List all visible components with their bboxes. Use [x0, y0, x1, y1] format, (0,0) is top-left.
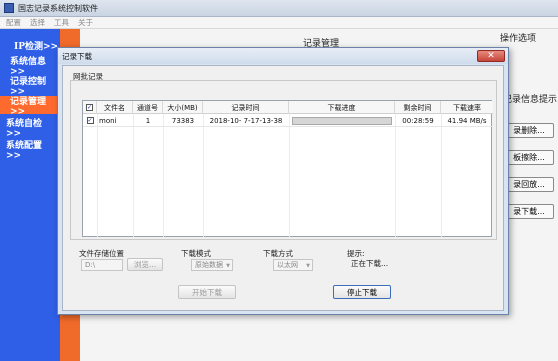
row-checkbox[interactable]: ✓: [86, 117, 94, 124]
menu-item-about[interactable]: 关于: [78, 17, 93, 28]
header-select-all[interactable]: ✓: [83, 101, 97, 114]
app-titlebar: 国志记录系统控制软件: [0, 0, 558, 17]
header-record-time: 记录时间: [203, 101, 289, 114]
download-method-label: 下载方式: [263, 249, 293, 258]
record-table: ✓ 文件名 通道号 大小(MB) 记录时间 下载进度 剩余时间 下载速率 ✓ m…: [82, 100, 493, 238]
row-select-cell[interactable]: ✓: [83, 114, 97, 127]
app-title: 国志记录系统控制软件: [18, 3, 98, 13]
record-info-label: 记录信息提示: [503, 95, 558, 105]
download-progress-bar: [292, 116, 392, 125]
start-download-button[interactable]: 开始下载: [178, 285, 236, 299]
record-group-label: 网批记录: [73, 72, 103, 81]
table-row[interactable]: ✓ moni 1 73383 2018-10- 7-17-13-38 00:28…: [83, 114, 493, 127]
dialog-title: 记录下载: [62, 51, 92, 61]
erase-board-button[interactable]: 板擦除...: [504, 150, 554, 165]
menu-item-select[interactable]: 选择: [30, 17, 45, 28]
stop-download-button[interactable]: 停止下载: [333, 285, 391, 299]
header-channel: 通道号: [133, 101, 163, 114]
header-rate: 下载速率: [453, 103, 481, 112]
header-progress: 下载进度: [289, 101, 395, 114]
close-icon[interactable]: ✕: [477, 50, 505, 62]
download-mode-label: 下载模式: [181, 249, 211, 258]
header-remaining: 剩余时间: [395, 101, 441, 114]
download-mode-value: 原始数据: [195, 261, 223, 269]
header-size: 大小(MB): [163, 101, 203, 114]
chevron-down-icon: ▼: [226, 263, 230, 269]
sidebar-item-record-control[interactable]: 记录控制>>: [0, 76, 60, 97]
sidebar: IP检测>> 系统信息>> 记录控制>> 记录管理 >> 系统自检 >> 系统配…: [0, 29, 60, 361]
column-divider: [97, 114, 98, 238]
header-filename: 文件名: [97, 101, 133, 114]
playback-record-button[interactable]: 录回放...: [504, 177, 554, 192]
ops-label: 操作选项: [500, 34, 537, 44]
app-icon: [4, 3, 14, 13]
cell-remaining: 00:28:59: [402, 116, 434, 125]
menu-item-config[interactable]: 配置: [6, 17, 21, 28]
cell-size: 73383: [171, 116, 195, 125]
sidebar-item-record-manage[interactable]: 记录管理 >>: [0, 96, 60, 117]
hint-text: 正在下载...: [351, 259, 389, 268]
menu-item-tools[interactable]: 工具: [54, 17, 69, 28]
column-divider: [203, 114, 204, 238]
download-record-button[interactable]: 录下载...: [504, 204, 554, 219]
cell-progress: [289, 114, 395, 127]
cell-rate: 41.94 MB/s: [447, 116, 487, 125]
download-method-select[interactable]: 以太网 ▼: [273, 259, 313, 271]
column-divider: [395, 114, 396, 238]
storage-label: 文件存储位置: [79, 249, 124, 258]
column-divider: [133, 114, 134, 238]
table-header: ✓ 文件名 通道号 大小(MB) 记录时间 下载进度 剩余时间 下载速率: [83, 101, 493, 114]
column-divider: [163, 114, 164, 238]
chevron-down-icon: ▼: [306, 263, 310, 269]
download-method-value: 以太网: [277, 261, 298, 269]
download-mode-select[interactable]: 原始数据 ▼: [191, 259, 233, 271]
sidebar-item-system-config[interactable]: 系统配置 >>: [0, 140, 60, 161]
column-divider: [441, 114, 442, 238]
download-dialog: 记录下载 ✕ 网批记录 ✓ 文件名 通道号 大小(MB) 记录时间 下载进度 剩…: [57, 47, 509, 315]
select-all-checkbox[interactable]: ✓: [86, 104, 93, 111]
sidebar-item-system-info[interactable]: 系统信息>>: [0, 56, 60, 77]
browse-button[interactable]: 浏览...: [127, 258, 163, 271]
sidebar-item-ip-check[interactable]: IP检测>>: [0, 36, 60, 54]
column-divider: [289, 114, 290, 238]
delete-record-button[interactable]: 录删除...: [504, 123, 554, 138]
cell-filename: moni: [99, 116, 117, 125]
dialog-body: 网批记录 ✓ 文件名 通道号 大小(MB) 记录时间 下载进度 剩余时间 下载速…: [62, 65, 504, 311]
dialog-titlebar: 记录下载 ✕: [58, 48, 508, 64]
cell-record-time: 2018-10- 7-17-13-38: [209, 116, 283, 125]
sidebar-item-self-check[interactable]: 系统自检 >>: [0, 118, 60, 139]
storage-path-input[interactable]: D:\: [81, 259, 123, 271]
menubar: 配置 选择 工具 关于: [0, 17, 558, 29]
cell-channel: 1: [145, 116, 151, 125]
